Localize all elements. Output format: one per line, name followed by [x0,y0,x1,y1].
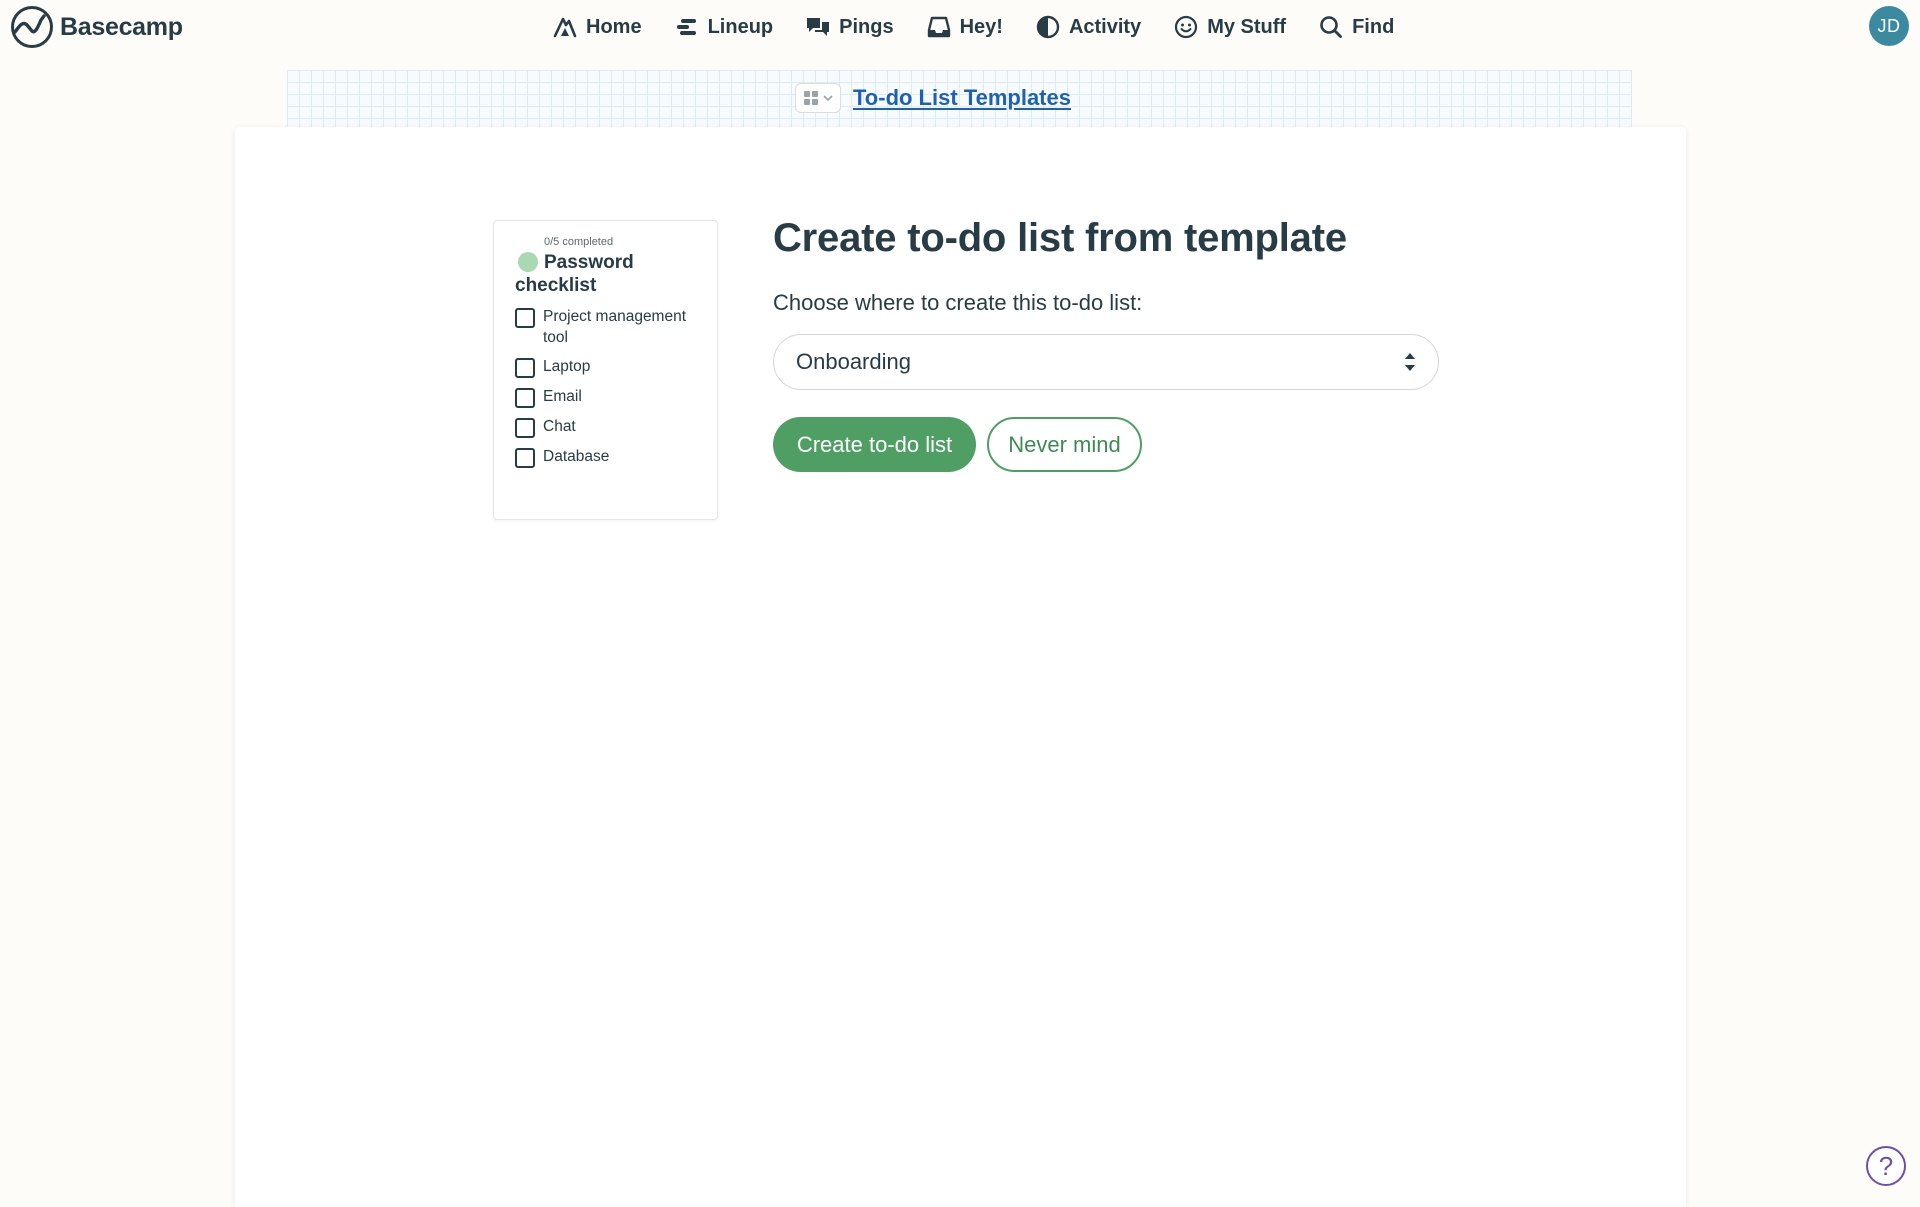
todo-checkbox[interactable] [515,418,535,438]
main-card [235,127,1686,1207]
list-item: Email [515,386,715,408]
todo-item-label: Email [543,388,582,405]
todo-item-label: Database [543,448,610,465]
help-button[interactable]: ? [1866,1146,1906,1186]
nav-hey-label: Hey! [959,15,1003,38]
nav-lineup[interactable]: Lineup [658,8,790,46]
nav-pings[interactable]: Pings [789,8,909,46]
create-todo-list-button[interactable]: Create to-do list [773,417,976,472]
page-title: Create to-do list from template [773,216,1347,260]
nav-home[interactable]: Home [536,8,658,46]
brand-name: Basecamp [60,12,183,41]
nav-find-label: Find [1352,15,1395,38]
user-avatar[interactable]: JD [1869,6,1909,46]
list-item: Project management tool [515,306,715,348]
basecamp-logo-icon [11,6,53,48]
hey-inbox-icon [927,16,950,38]
nav-my-stuff[interactable]: My Stuff [1157,8,1302,46]
nav-my-stuff-label: My Stuff [1207,15,1287,38]
todo-checkbox[interactable] [515,308,535,328]
nav-pings-label: Pings [839,15,894,38]
project-select-value: Onboarding [796,349,911,374]
todo-checkbox[interactable] [515,358,535,378]
search-icon [1320,16,1342,38]
user-initials: JD [1877,15,1901,36]
nav-lineup-label: Lineup [707,15,774,38]
home-icon [553,17,577,38]
todo-item-label: Laptop [543,358,591,375]
project-switcher-button[interactable] [795,83,841,113]
nav-home-label: Home [586,15,642,38]
chevron-down-icon [822,95,833,102]
select-arrows-icon [1404,352,1416,372]
todo-item-label: Project management tool [543,308,687,346]
todo-checkbox[interactable] [515,388,535,408]
lineup-icon [676,19,696,35]
never-mind-button[interactable]: Never mind [987,417,1142,472]
nav-activity[interactable]: Activity [1019,8,1157,46]
pings-icon [807,18,830,36]
main-nav: Home Lineup Pings Hey! Activity My Stuff… [536,8,1410,46]
top-navigation: Basecamp Home Lineup Pings Hey! Activity… [0,0,1920,54]
project-select[interactable]: Onboarding [773,334,1439,390]
todo-checkbox[interactable] [515,448,535,468]
preview-progress: 0/5 completed [544,236,614,248]
basecamp-logo[interactable]: Basecamp [10,6,183,48]
activity-icon [1036,15,1060,39]
grid-switcher-icon [803,91,818,105]
project-select-label: Choose where to create this to-do list: [773,290,1143,315]
list-item: Database [515,446,715,468]
todo-item-label: Chat [543,418,576,435]
help-question-icon: ? [1878,1150,1894,1181]
my-stuff-smiley-icon [1175,15,1198,39]
breadcrumb: To-do List Templates [795,83,1071,113]
list-item: Chat [515,416,715,438]
breadcrumb-link-todo-templates[interactable]: To-do List Templates [853,85,1071,111]
list-item: Laptop [515,356,715,378]
nav-activity-label: Activity [1068,15,1142,38]
preview-todo-list: Project management tool Laptop Email Cha… [515,306,715,476]
preview-title: Password checklist [515,252,634,296]
nav-hey[interactable]: Hey! [910,8,1019,46]
template-preview: 0/5 completed Password checklist Project… [493,220,718,520]
nav-find[interactable]: Find [1302,8,1410,46]
